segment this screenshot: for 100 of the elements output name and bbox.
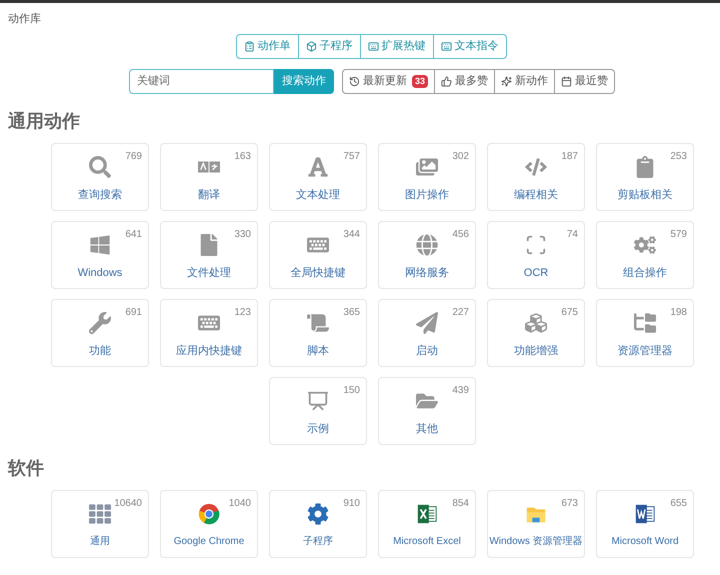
category-card[interactable]: 673 Windows 资源管理器	[487, 490, 585, 558]
presentation-icon	[307, 390, 329, 412]
card-label: OCR	[524, 266, 548, 280]
cubes-icon	[525, 312, 547, 334]
count: 641	[125, 228, 142, 242]
count: 74	[566, 228, 578, 242]
category-card[interactable]: 675 功能增强	[487, 298, 585, 366]
category-card[interactable]: 253 剪贴板相关	[596, 142, 694, 210]
category-card[interactable]: 854 Microsoft Excel	[378, 490, 476, 558]
code-icon	[525, 156, 547, 178]
filter-button[interactable]: 新动作	[494, 70, 554, 92]
card-label: 图片操作	[405, 188, 449, 202]
card-label: Windows 资源管理器	[489, 534, 583, 548]
images-icon	[416, 156, 438, 178]
count: 187	[561, 150, 578, 164]
search-icon	[89, 156, 111, 178]
document-icon	[634, 502, 656, 524]
category-card[interactable]: 227 启动	[378, 298, 476, 366]
category-card[interactable]: 439 其他	[378, 376, 476, 444]
paper-plane-icon	[416, 312, 438, 334]
windows-icon	[89, 234, 111, 256]
count: 757	[343, 150, 360, 164]
count: 227	[452, 306, 469, 320]
spreadsheet-icon	[416, 502, 438, 524]
breadcrumb: 动作库	[7, 12, 42, 27]
gears-icon	[634, 234, 656, 256]
filter-button[interactable]: 最近赞	[554, 70, 614, 92]
category-card[interactable]: 365 脚本	[269, 298, 367, 366]
count: 910	[343, 496, 360, 510]
folder-tree-icon	[634, 312, 656, 334]
card-label: 全局快捷键	[290, 266, 346, 280]
count: 854	[452, 496, 469, 510]
count: 302	[452, 150, 469, 164]
card-label: 文件处理	[187, 266, 231, 280]
count: 198	[670, 306, 687, 320]
count: 1040	[228, 496, 251, 510]
count: 579	[670, 228, 687, 242]
wrench-icon	[89, 312, 111, 334]
search-button[interactable]: 搜索动作	[274, 68, 334, 94]
category-card[interactable]: 74 OCR	[487, 220, 585, 288]
file-icon	[198, 234, 220, 256]
card-label: 组合操作	[623, 266, 667, 280]
count: 365	[343, 306, 360, 320]
card-label: 资源管理器	[618, 344, 672, 358]
category-card[interactable]: 910 子程序	[269, 490, 367, 558]
filter-button[interactable]: 最多赞	[434, 70, 494, 92]
category-card[interactable]: 344 全局快捷键	[269, 220, 367, 288]
history-icon	[348, 76, 360, 86]
section-heading: 软件	[6, 456, 45, 480]
calendar-icon	[561, 76, 572, 86]
card-label: Microsoft Word	[611, 534, 679, 548]
category-card[interactable]: 655 Microsoft Word	[596, 490, 694, 558]
category-card[interactable]: 456 网络服务	[378, 220, 476, 288]
category-card[interactable]: 691 功能	[51, 298, 149, 366]
count: 330	[234, 228, 251, 242]
category-card[interactable]: 757 文本处理	[269, 142, 367, 210]
card-label: 剪贴板相关	[618, 188, 672, 202]
nav-tab[interactable]: 文本指令	[432, 34, 506, 58]
card-label: 示例	[307, 422, 329, 436]
grid-icon	[89, 502, 111, 524]
search-field[interactable]: 关键词	[128, 68, 274, 94]
card-label: 查询搜索	[78, 188, 122, 202]
nav-tab[interactable]: 动作单	[236, 34, 298, 58]
card-label: 应用内快捷键	[176, 344, 242, 358]
category-card[interactable]: 641 Windows	[51, 220, 149, 288]
category-card[interactable]: 123 应用内快捷键	[160, 298, 258, 366]
category-card[interactable]: 163 翻译	[160, 142, 258, 210]
section-heading: 通用动作	[7, 110, 81, 132]
cube-icon	[306, 40, 316, 52]
scan-icon	[525, 234, 547, 256]
card-label: 网络服务	[405, 266, 449, 280]
category-card[interactable]: 769 查询搜索	[51, 142, 149, 210]
card-label: Microsoft Excel	[393, 534, 461, 548]
category-card[interactable]: 187 编程相关	[487, 142, 585, 210]
count: 163	[234, 150, 251, 164]
card-label: 文本处理	[296, 188, 340, 202]
sparkles-icon	[501, 76, 512, 86]
card-label: 启动	[416, 344, 438, 358]
nav-tab[interactable]: 扩展热键	[360, 34, 432, 58]
category-card[interactable]: 1040 Google Chrome	[160, 490, 258, 558]
scroll-icon	[307, 312, 329, 334]
category-card[interactable]: 579 组合操作	[596, 220, 694, 288]
keyboard-icon	[368, 40, 378, 52]
count: 691	[125, 306, 142, 320]
count: 253	[670, 150, 687, 164]
card-label: 其他	[416, 422, 438, 436]
letter-icon	[307, 156, 329, 178]
category-card[interactable]: 302 图片操作	[378, 142, 476, 210]
nav-tab[interactable]: 子程序	[298, 34, 360, 58]
thumbs-up-icon	[441, 76, 452, 86]
count: 655	[670, 496, 687, 510]
gear-icon	[307, 502, 329, 524]
category-card[interactable]: 10640 通用	[51, 490, 149, 558]
category-card[interactable]: 198 资源管理器	[596, 298, 694, 366]
card-label: 脚本	[307, 344, 329, 358]
category-card[interactable]: 330 文件处理	[160, 220, 258, 288]
category-card[interactable]: 150 示例	[269, 376, 367, 444]
filter-button[interactable]: 最新更新 33	[342, 70, 434, 92]
count: 10640	[114, 496, 142, 510]
card-label: 通用	[90, 534, 110, 548]
